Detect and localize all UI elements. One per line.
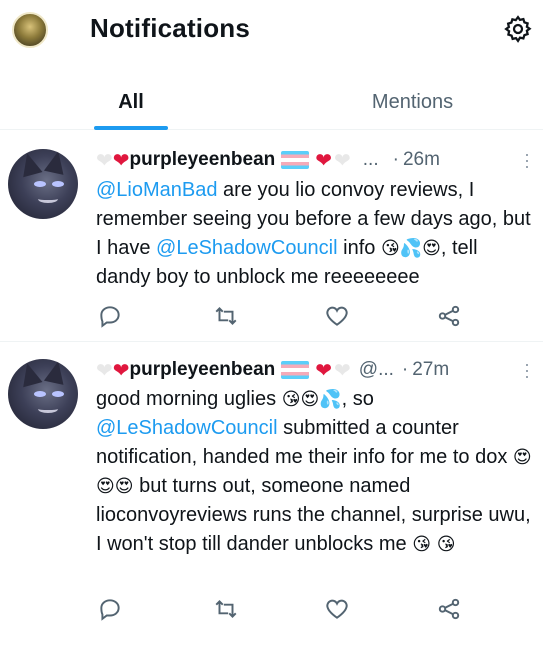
retweet-icon[interactable] [213, 303, 239, 329]
tweet-text: @LioManBad are you lio convoy reviews, I… [96, 179, 531, 288]
emoji-group: 😘 😘 [412, 534, 456, 555]
display-name[interactable]: purpleyeenbean [130, 359, 276, 381]
trans-flag-icon [281, 151, 310, 169]
reply-icon[interactable] [97, 596, 123, 622]
page-title: Notifications [90, 13, 251, 43]
notification-tabs: All Mentions [0, 74, 543, 130]
reply-icon[interactable] [97, 303, 123, 329]
display-name[interactable]: purpleyeenbean [130, 149, 276, 171]
emoji-group: 😘💦😍 [380, 238, 441, 259]
tweet-actions [0, 303, 543, 331]
more-options-icon[interactable]: · · · [521, 355, 533, 385]
white-heart-icon: ❤ [96, 149, 113, 172]
red-heart-icon: ❤ [112, 359, 130, 382]
tweet-item[interactable]: ❤ ❤ purpleyeenbean ❤ ❤ @... · 27m · · · go… [0, 343, 543, 651]
active-tab-indicator [94, 126, 168, 130]
tweet-text: good morning uglies 😘😍💦, so @LeShadowCou… [96, 388, 532, 555]
red-heart-icon: ❤ [315, 149, 333, 172]
more-options-icon[interactable]: · · · [521, 145, 533, 175]
handle[interactable]: @... [359, 359, 394, 381]
tweet-header: ❤ ❤ purpleyeenbean ❤ ❤ ... · 26m [96, 147, 440, 173]
share-icon[interactable] [436, 303, 462, 329]
trans-flag-icon [281, 361, 310, 379]
red-heart-icon: ❤ [112, 149, 130, 172]
tab-mentions[interactable]: Mentions [320, 74, 505, 130]
mention-link[interactable]: @LeShadowCouncil [156, 237, 338, 259]
share-icon[interactable] [436, 596, 462, 622]
tweet-actions [0, 596, 543, 624]
white-heart-icon: ❤ [334, 149, 351, 172]
like-icon[interactable] [324, 303, 350, 329]
top-header: Notifications [0, 0, 543, 60]
white-heart-icon: ❤ [334, 359, 351, 382]
timestamp[interactable]: 27m [412, 359, 449, 381]
gear-icon[interactable] [503, 14, 533, 44]
user-avatar-icon[interactable] [12, 12, 48, 48]
separator-dot: · [401, 359, 409, 380]
handle[interactable]: ... [363, 149, 379, 171]
separator-dot: · [392, 149, 399, 170]
red-heart-icon: ❤ [315, 359, 333, 382]
mention-link[interactable]: @LeShadowCouncil [96, 417, 278, 439]
timestamp[interactable]: 26m [403, 149, 440, 171]
retweet-icon[interactable] [213, 596, 239, 622]
tab-all[interactable]: All [90, 74, 172, 130]
profile-avatar[interactable] [8, 149, 78, 219]
tweet-item[interactable]: ❤ ❤ purpleyeenbean ❤ ❤ ... · 26m · · · @Li… [0, 131, 543, 342]
tweet-header: ❤ ❤ purpleyeenbean ❤ ❤ @... · 27m [96, 357, 449, 383]
white-heart-icon: ❤ [96, 359, 113, 382]
profile-avatar[interactable] [8, 359, 78, 429]
mention-link[interactable]: @LioManBad [96, 179, 217, 201]
like-icon[interactable] [324, 596, 350, 622]
emoji-group: 😘😍💦 [281, 389, 342, 410]
